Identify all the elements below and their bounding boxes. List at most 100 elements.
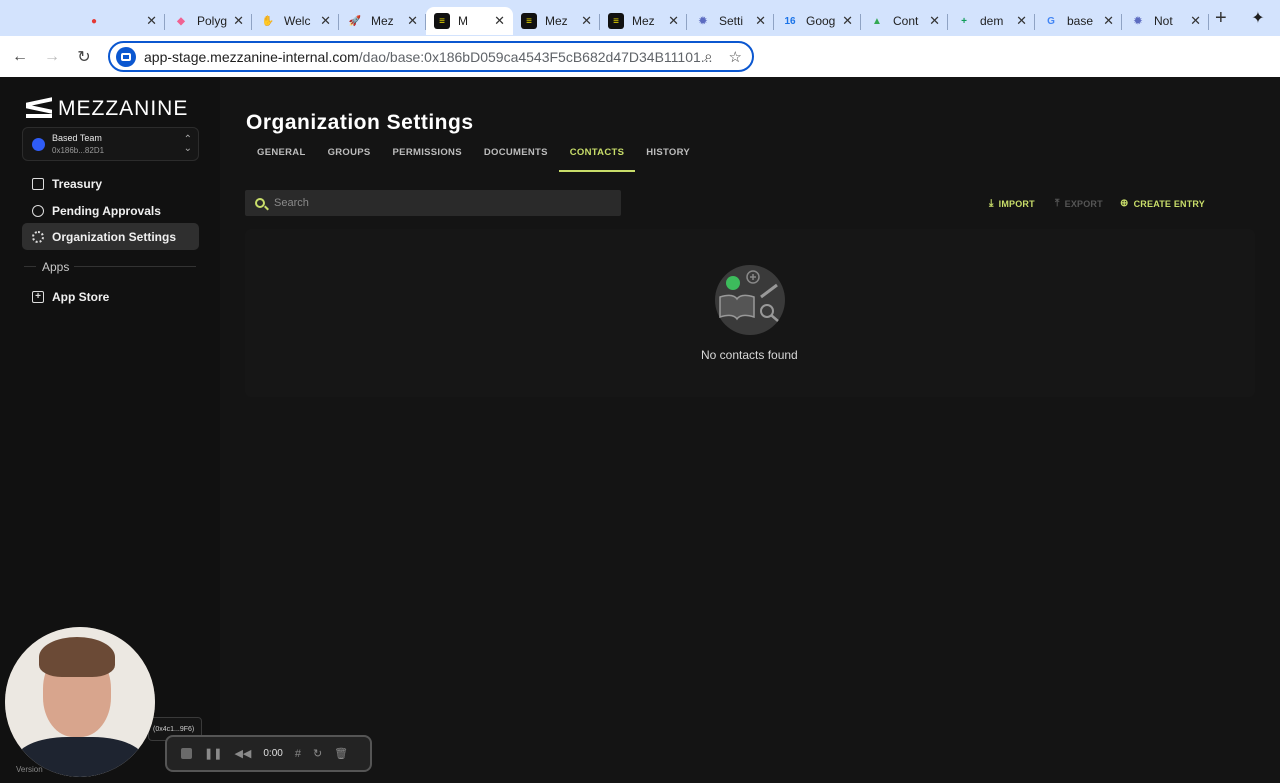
tab-title: dem xyxy=(980,14,1004,28)
tab-close-icon[interactable]: ✕ xyxy=(320,13,331,29)
bookmark-star-icon[interactable]: ☆ xyxy=(729,48,742,66)
trash-icon[interactable]: 🗑 xyxy=(334,747,348,760)
browser-tab[interactable]: ≡ Mez ✕ xyxy=(513,7,600,35)
browser-tab[interactable]: ≡ M ✕ xyxy=(426,7,513,35)
tab-documents[interactable]: DOCUMENTS xyxy=(473,142,559,172)
tab-favicon-icon: ✹ xyxy=(698,15,708,27)
tab-history[interactable]: HISTORY xyxy=(635,142,701,172)
sidebar-item-organization-settings[interactable]: Organization Settings xyxy=(22,223,199,250)
apps-section-label: Apps xyxy=(42,260,70,274)
mezzanine-logo-icon xyxy=(26,97,52,118)
search-input[interactable] xyxy=(274,197,604,209)
tab-close-icon[interactable]: ✕ xyxy=(1103,13,1114,29)
rewind-icon[interactable]: ◀◀ xyxy=(234,747,251,760)
tab-close-icon[interactable]: ✕ xyxy=(1190,13,1201,29)
sidebar-item-app-store[interactable]: + App Store xyxy=(22,283,199,310)
team-avatar xyxy=(32,138,45,151)
tab-contacts[interactable]: CONTACTS xyxy=(558,142,636,172)
tab-favicon-icon: ● xyxy=(90,15,98,27)
tab-close-icon[interactable]: ✕ xyxy=(755,13,766,29)
back-icon[interactable]: ← xyxy=(4,48,36,66)
download-icon: ⤓ xyxy=(989,198,994,209)
tab-favicon-icon: 16 xyxy=(784,15,796,27)
webcam-overlay xyxy=(5,627,155,777)
tab-title: Goog xyxy=(806,14,836,28)
tab-close-icon[interactable]: ✕ xyxy=(842,13,853,29)
browser-tab[interactable]: + dem ✕ xyxy=(948,7,1035,35)
team-address: 0x186b...82D1 xyxy=(52,146,105,155)
search-icon xyxy=(255,198,265,208)
plus-square-icon: + xyxy=(32,290,44,303)
tab-close-icon[interactable]: ✕ xyxy=(929,13,940,29)
forward-icon[interactable]: → xyxy=(36,48,68,66)
tab-favicon-icon: ✹ xyxy=(1133,15,1143,27)
tab-favicon-icon: ≡ xyxy=(434,13,450,29)
browser-tab[interactable]: 16 Goog ✕ xyxy=(774,7,861,35)
browser-tab[interactable]: ◆ Polyg ✕ xyxy=(165,7,252,35)
browser-tab-bar: ● ✕ ◆ Polyg ✕ ✋ Welc ✕ 🚀 Mez ✕ ≡ M ✕ ≡ Mez ✕ ≡ Mez ✕ ✹ Setti ✕… xyxy=(0,0,1280,36)
create-entry-label: CREATE ENTRY xyxy=(1133,198,1205,209)
reload-icon[interactable]: ↻ xyxy=(68,47,100,67)
restart-icon[interactable]: ↻ xyxy=(313,747,322,760)
tab-close-icon[interactable]: ✕ xyxy=(233,13,244,29)
main-content: Organization Settings GENERAL GROUPS PER… xyxy=(220,77,1280,783)
tab-close-icon[interactable]: ✕ xyxy=(1016,13,1027,29)
browser-tab[interactable]: ✹ Not ✕ xyxy=(1122,7,1209,35)
new-tab-button[interactable]: + xyxy=(1215,7,1227,30)
pause-icon[interactable]: ❚❚ xyxy=(204,747,222,760)
tab-general[interactable]: GENERAL xyxy=(246,142,317,172)
browser-tab[interactable]: ✹ Setti ✕ xyxy=(687,7,774,35)
team-selector[interactable]: Based Team 0x186b...82D1 ⌃ ⌄ xyxy=(22,127,199,161)
tab-close-icon[interactable]: ✕ xyxy=(668,13,679,29)
tab-title: Not xyxy=(1154,14,1173,28)
tab-title: M xyxy=(458,14,468,28)
tab-permissions[interactable]: PERMISSIONS xyxy=(382,142,473,172)
tab-title: Mez xyxy=(545,14,568,28)
team-name: Based Team xyxy=(52,133,102,143)
empty-contacts-illustration xyxy=(715,265,785,335)
sidebar-item-label: Organization Settings xyxy=(52,229,177,244)
tab-strip: ● ✕ ◆ Polyg ✕ ✋ Welc ✕ 🚀 Mez ✕ ≡ M ✕ ≡ Mez ✕ ≡ Mez ✕ ✹ Setti ✕… xyxy=(78,1,1209,35)
sidebar-item-label: Pending Approvals xyxy=(52,203,161,218)
browser-tab[interactable]: ▲ Cont ✕ xyxy=(861,7,948,35)
tab-groups[interactable]: GROUPS xyxy=(317,142,382,172)
sidebar-item-label: Treasury xyxy=(52,176,103,191)
url-text[interactable]: app-stage.mezzanine-internal.com/dao/bas… xyxy=(144,49,712,65)
grid-icon[interactable]: # xyxy=(295,748,301,760)
import-button[interactable]: ⤓ IMPORT xyxy=(989,198,1035,209)
export-button[interactable]: ⤒ EXPORT xyxy=(1055,198,1103,209)
sidebar-item-label: App Store xyxy=(52,289,110,304)
tab-close-icon[interactable]: ✕ xyxy=(146,13,157,29)
tab-close-icon[interactable]: ✕ xyxy=(494,13,505,29)
logo-text: MEZZANINE xyxy=(58,97,189,120)
tab-favicon-icon: ▲ xyxy=(872,15,882,27)
check-circle-icon xyxy=(32,204,44,217)
browser-tab[interactable]: ≡ Mez ✕ xyxy=(600,7,687,35)
search-box[interactable] xyxy=(245,190,621,216)
sidebar-item-treasury[interactable]: Treasury xyxy=(22,170,199,197)
gemini-icon[interactable]: ✦ xyxy=(1248,8,1268,28)
tab-favicon-icon: G xyxy=(1047,15,1055,27)
recorder-controls: ❚❚ ◀◀ 0:00 # ↻ 🗑 xyxy=(165,735,372,772)
tab-close-icon[interactable]: ✕ xyxy=(407,13,418,29)
tab-title: Mez xyxy=(632,14,655,28)
browser-tab[interactable]: ● ✕ xyxy=(78,7,165,35)
tab-close-icon[interactable]: ✕ xyxy=(581,13,592,29)
site-info-icon[interactable] xyxy=(116,46,136,67)
browser-tab[interactable]: 🚀 Mez ✕ xyxy=(339,7,426,35)
create-entry-button[interactable]: ⊕ CREATE ENTRY xyxy=(1120,198,1205,209)
mezzanine-logo[interactable]: MEZZANINE xyxy=(26,97,188,121)
tab-favicon-icon: ≡ xyxy=(608,13,624,29)
sidebar-item-pending-approvals[interactable]: Pending Approvals xyxy=(22,197,199,224)
stop-icon[interactable] xyxy=(181,748,192,759)
recorder-time: 0:00 xyxy=(263,748,283,759)
upload-icon: ⤒ xyxy=(1055,198,1060,209)
plus-circle-icon: ⊕ xyxy=(1120,198,1129,209)
browser-tab[interactable]: Gbase ✕ xyxy=(1035,7,1122,35)
export-label: EXPORT xyxy=(1064,198,1103,209)
zoom-icon[interactable]: ⌕ xyxy=(704,48,712,66)
tab-title: Welc xyxy=(284,14,311,28)
browser-tab[interactable]: ✋ Welc ✕ xyxy=(252,7,339,35)
address-bar[interactable]: app-stage.mezzanine-internal.com/dao/bas… xyxy=(108,41,754,72)
import-label: IMPORT xyxy=(998,198,1035,209)
